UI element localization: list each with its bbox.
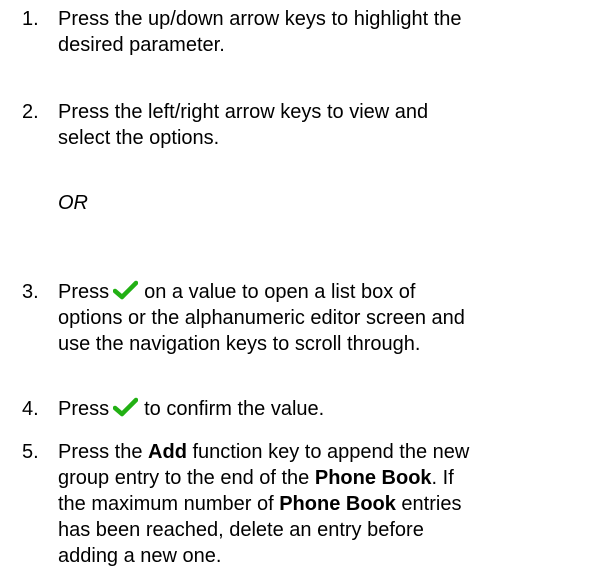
step-text-segment: function key to append the new [186,441,470,463]
phone-book-label: Phone Book [314,467,432,489]
phone-book-label: Phone Book [279,493,396,515]
checkmark-icon [113,280,139,300]
step-number: 1. [22,8,39,30]
step-line: Press the left/right arrow keys to view … [58,101,429,123]
step-text-rest: to confirm the value. [144,398,325,420]
step-line: adding a new one. [58,545,222,567]
checkmark-icon [113,397,139,417]
step-text: Press the up/down arrow keys to highligh… [58,6,606,58]
step-line: group entry to the end of the Phone Book… [58,465,606,491]
step-line: Press the up/down arrow keys to highligh… [58,8,462,30]
step-number: 4. [22,398,39,420]
step-4: 4. Press to confirm the value. [22,396,606,422]
step-line: select the options. [58,127,220,149]
step-number: 5. [22,441,39,463]
step-text: Press on a value to open a list box of op… [58,279,606,357]
step-line: Press on a value to open a list box of [58,279,606,305]
step-line: the maximum number of Phone Book entries [58,491,606,517]
instructions-document: 1. Press the up/down arrow keys to highl… [0,0,606,567]
step-line: desired parameter. [58,34,225,56]
step-text-segment: the maximum number of [58,493,280,515]
step-number: 3. [22,281,39,303]
step-1: 1. Press the up/down arrow keys to highl… [22,6,606,58]
step-2: 2. Press the left/right arrow keys to vi… [22,99,606,151]
step-5: 5. Press the Add function key to append … [22,439,606,569]
step-text-segment: Press the [58,441,149,463]
step-line: has been reached, delete an entry before [58,519,424,541]
step-text-segment: entries [395,493,462,515]
step-text-press: Press [58,398,110,420]
step-3: 3. Press on a value to open a list box of… [22,279,606,357]
step-line: Press to confirm the value. [58,396,606,422]
step-number: 2. [22,101,39,123]
step-line: Press the Add function key to append the… [58,439,606,465]
step-text: Press to confirm the value. [58,396,606,422]
step-text: Press the Add function key to append the… [58,439,606,569]
or-separator: OR [58,192,88,214]
step-text-press: Press [58,281,110,303]
step-text-segment: . If [431,467,454,489]
step-text: Press the left/right arrow keys to view … [58,99,606,151]
step-line: use the navigation keys to scroll throug… [58,333,421,355]
add-key-label: Add [148,441,187,463]
step-text-rest: on a value to open a list box of [144,281,416,303]
step-line: options or the alphanumeric editor scree… [58,307,465,329]
step-text-segment: group entry to the end of the [58,467,315,489]
